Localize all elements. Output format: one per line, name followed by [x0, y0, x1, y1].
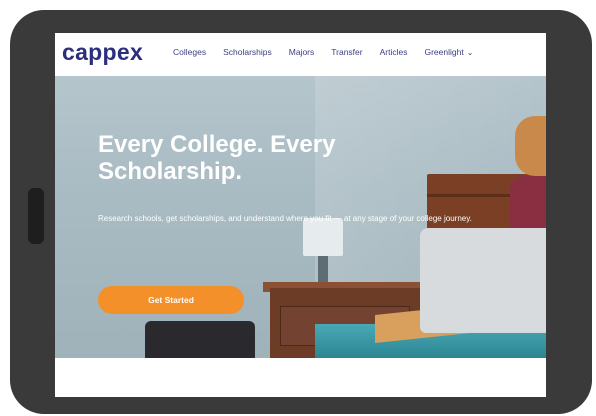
get-started-button[interactable]: Get Started: [98, 286, 244, 314]
hero-subtitle: Research schools, get scholarships, and …: [98, 214, 472, 223]
nav-link-greenlight-label: Greenlight: [424, 47, 464, 57]
hero-section: Every College. Every Scholarship. Resear…: [55, 76, 546, 358]
nav-link-majors[interactable]: Majors: [289, 47, 315, 57]
hero-background-bag: [145, 321, 255, 358]
cappex-logo[interactable]: cappex: [62, 39, 143, 66]
tablet-side-button: [28, 188, 44, 244]
hero-background-person-hair: [515, 116, 546, 176]
tablet-screen: cappex Colleges Scholarships Majors Tran…: [55, 33, 546, 397]
below-hero-area: [55, 358, 546, 397]
hero-title: Every College. Every Scholarship.: [98, 131, 336, 185]
nav-link-articles[interactable]: Articles: [380, 47, 408, 57]
nav-link-scholarships[interactable]: Scholarships: [223, 47, 272, 57]
nav-link-transfer[interactable]: Transfer: [331, 47, 362, 57]
hero-background-laptop: [420, 228, 546, 333]
chevron-down-icon: ⌄: [466, 48, 474, 57]
nav-link-colleges[interactable]: Colleges: [173, 47, 206, 57]
nav-links: Colleges Scholarships Majors Transfer Ar…: [173, 47, 473, 57]
nav-link-greenlight[interactable]: Greenlight ⌄: [424, 47, 473, 57]
top-navbar: cappex Colleges Scholarships Majors Tran…: [55, 33, 546, 76]
